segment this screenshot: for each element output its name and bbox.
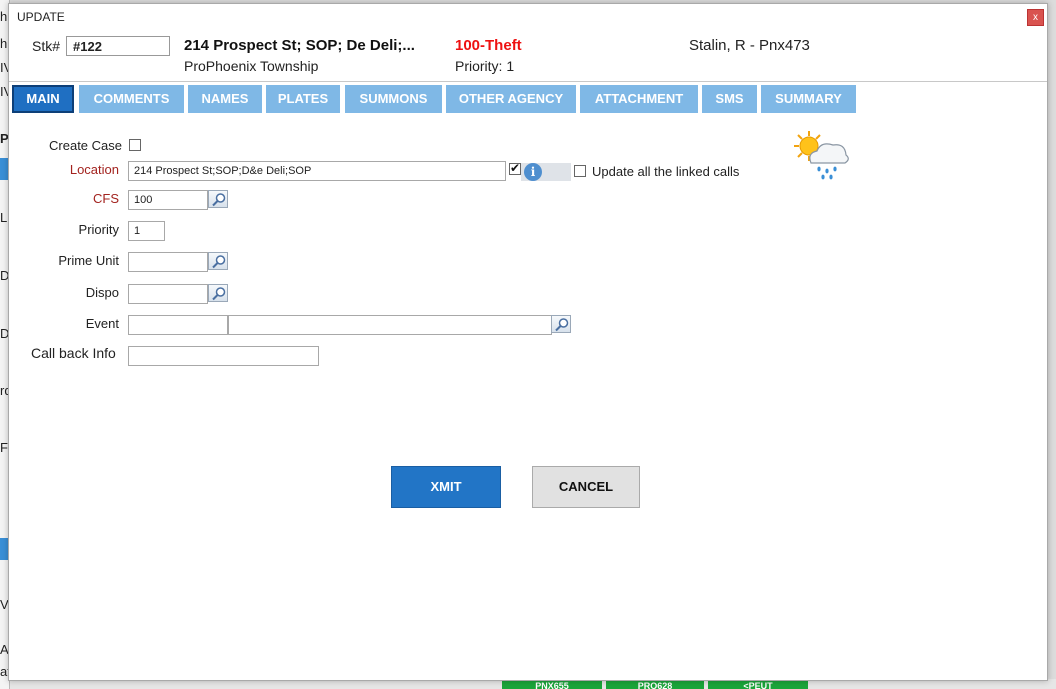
cfs-field[interactable]: 100 xyxy=(128,190,208,210)
tab-main[interactable]: MAIN xyxy=(12,85,74,113)
background-unit-button[interactable]: PNX655 xyxy=(502,681,602,689)
background-unit-button[interactable]: <PEUT xyxy=(708,681,808,689)
stk-field[interactable]: #122 xyxy=(66,36,170,56)
event-code-field[interactable] xyxy=(128,315,228,335)
priority-label: Priority xyxy=(78,222,119,237)
tab-comments[interactable]: COMMENTS xyxy=(79,85,184,113)
magnifier-icon xyxy=(212,287,226,301)
call-township: ProPhoenix Township xyxy=(184,58,319,74)
tab-bar: MAIN COMMENTS NAMES PLATES SUMMONS OTHER… xyxy=(9,81,1047,115)
cancel-button[interactable]: CANCEL xyxy=(532,466,640,508)
stk-label: Stk# xyxy=(32,38,61,54)
xmit-button[interactable]: XMIT xyxy=(391,466,501,508)
prime-unit-field[interactable] xyxy=(128,252,208,272)
cfs-lookup-button[interactable] xyxy=(208,190,228,208)
call-type: 100-Theft xyxy=(455,37,522,54)
callback-field[interactable] xyxy=(128,346,319,366)
create-case-label: Create Case xyxy=(49,138,122,153)
location-field[interactable]: 214 Prospect St;SOP;D&e Deli;SOP xyxy=(128,161,506,181)
tab-other-agency[interactable]: OTHER AGENCY xyxy=(446,85,576,113)
tab-attachment[interactable]: ATTACHMENT xyxy=(580,85,698,113)
sun-cloud-rain-icon xyxy=(793,129,851,181)
event-lookup-button[interactable] xyxy=(551,315,571,333)
update-linked-checkbox[interactable] xyxy=(574,165,586,177)
location-label: Location xyxy=(69,162,119,177)
info-icon[interactable]: i xyxy=(524,163,542,181)
dispo-field[interactable] xyxy=(128,284,208,304)
dispo-lookup-button[interactable] xyxy=(208,284,228,302)
magnifier-icon xyxy=(212,255,226,269)
cfs-label: CFS xyxy=(93,191,119,206)
background-unit-button[interactable]: PRO628 xyxy=(606,681,704,689)
dispatcher-name: Stalin, R - Pnx473 xyxy=(689,37,810,54)
update-dialog: UPDATE x Stk# #122 214 Prospect St; SOP;… xyxy=(8,3,1048,681)
call-priority: Priority: 1 xyxy=(455,58,515,74)
update-linked-label: Update all the linked calls xyxy=(592,164,740,179)
title-bar: UPDATE x xyxy=(9,4,1047,28)
magnifier-icon xyxy=(555,318,569,332)
callback-label: Call back Info xyxy=(31,345,116,361)
create-case-checkbox[interactable] xyxy=(129,139,141,151)
bg-fragment: h xyxy=(0,9,8,24)
priority-field[interactable]: 1 xyxy=(128,221,165,241)
bg-fragment: h xyxy=(0,36,8,51)
tab-plates[interactable]: PLATES xyxy=(266,85,340,113)
close-button[interactable]: x xyxy=(1027,9,1044,26)
tab-sms[interactable]: SMS xyxy=(702,85,757,113)
event-description-field[interactable] xyxy=(228,315,552,335)
magnifier-icon xyxy=(212,193,226,207)
prime-unit-lookup-button[interactable] xyxy=(208,252,228,270)
location-verified-checkbox[interactable] xyxy=(509,161,521,175)
tab-names[interactable]: NAMES xyxy=(188,85,262,113)
tab-summary[interactable]: SUMMARY xyxy=(761,85,856,113)
call-address: 214 Prospect St; SOP; De Deli;... xyxy=(184,37,415,54)
dialog-title: UPDATE xyxy=(17,10,65,24)
dispo-label: Dispo xyxy=(85,285,119,300)
bg-fragment: L xyxy=(0,210,8,225)
event-label: Event xyxy=(85,316,119,331)
prime-unit-label: Prime Unit xyxy=(58,253,119,268)
tab-summons[interactable]: SUMMONS xyxy=(345,85,442,113)
